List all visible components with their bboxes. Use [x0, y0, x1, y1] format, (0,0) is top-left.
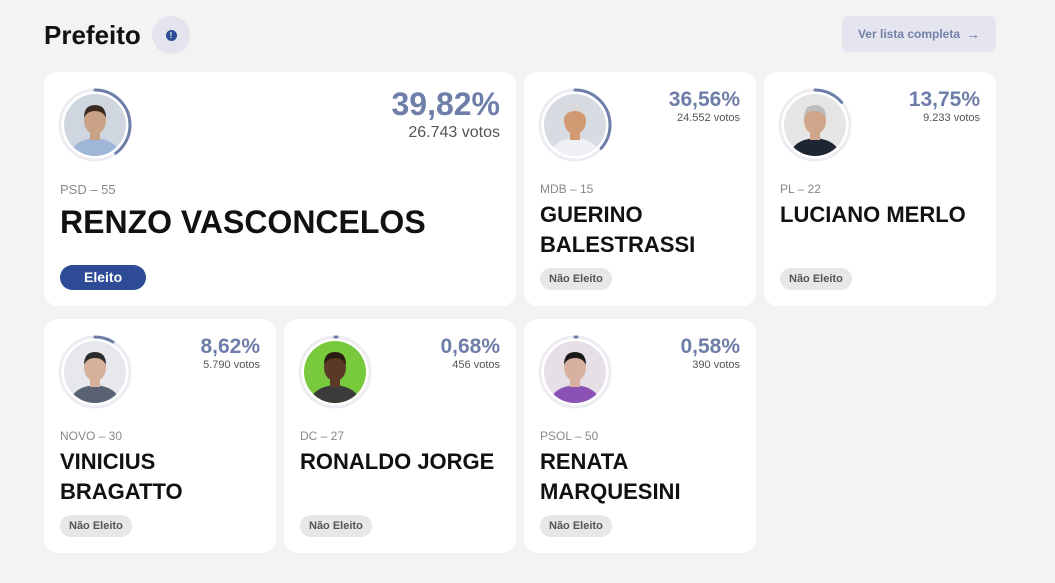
page-title: Prefeito [44, 20, 141, 50]
candidate-card[interactable]: 0,68% 456 votos DC – 27 RONALDO JORGE Nã… [284, 319, 516, 553]
vote-count: 5.790 votos [203, 359, 260, 371]
arrow-right-icon: → [966, 26, 981, 42]
candidate-photo [544, 341, 606, 403]
party-number: NOVO – 30 [60, 429, 123, 443]
status-badge: Não Eleito [540, 268, 612, 290]
party-number: PL – 22 [780, 182, 821, 196]
section-header: Prefeito ! Ver lista completa → [44, 16, 996, 56]
candidate-photo [544, 94, 606, 156]
vote-count: 9.233 votos [923, 112, 980, 124]
full-list-label: Ver lista completa [857, 27, 961, 41]
candidate-name: GUERINO BALESTRASSI [540, 202, 696, 257]
candidate-photo [64, 94, 126, 156]
candidate-avatar [778, 88, 852, 162]
status-badge: Não Eleito [300, 515, 372, 537]
candidate-name: LUCIANO MERLO [780, 202, 966, 227]
candidate-name: RONALDO JORGE [300, 449, 495, 474]
candidate-photo [304, 341, 366, 403]
full-list-button[interactable]: Ver lista completa → [842, 16, 996, 52]
candidate-avatar [58, 88, 132, 162]
candidate-name: RENZO VASCONCELOS [60, 204, 426, 240]
info-icon: ! [165, 29, 177, 41]
candidate-name: VINICIUS BRAGATTO [60, 449, 183, 504]
status-badge: Não Eleito [60, 515, 132, 537]
candidate-card[interactable]: 0,58% 390 votos PSOL – 50 RENATA MARQUES… [524, 319, 756, 553]
vote-percentage: 36,56% [668, 88, 740, 111]
vote-count: 456 votos [452, 359, 500, 371]
status-badge: Não Eleito [540, 515, 612, 537]
candidate-avatar [298, 335, 372, 409]
candidate-photo [64, 341, 126, 403]
candidate-photo [784, 94, 846, 156]
vote-count: 390 votos [692, 359, 740, 371]
vote-percentage: 13,75% [908, 88, 980, 111]
candidate-avatar [538, 335, 612, 409]
party-number: DC – 27 [300, 429, 345, 443]
candidate-name: RENATA MARQUESINI [540, 449, 681, 504]
info-button[interactable]: ! [152, 16, 190, 54]
candidate-avatar [58, 335, 132, 409]
candidate-card[interactable]: 36,56% 24.552 votos MDB – 15 GUERINO BAL… [524, 72, 756, 306]
vote-count: 26.743 votos [408, 124, 500, 141]
candidate-card[interactable]: 8,62% 5.790 votos NOVO – 30 VINICIUS BRA… [44, 319, 276, 553]
vote-percentage: 0,68% [440, 335, 500, 358]
status-badge: Não Eleito [780, 268, 852, 290]
candidate-card[interactable]: 13,75% 9.233 votos PL – 22 LUCIANO MERLO… [764, 72, 996, 306]
vote-percentage: 0,58% [680, 335, 740, 358]
vote-count: 24.552 votos [677, 112, 740, 124]
candidate-card[interactable]: 39,82% 26.743 votos PSD – 55 RENZO VASCO… [44, 72, 516, 306]
vote-percentage: 39,82% [391, 86, 500, 122]
party-number: PSOL – 50 [540, 429, 599, 443]
party-number: PSD – 55 [60, 182, 116, 197]
status-badge: Eleito [60, 265, 147, 290]
vote-percentage: 8,62% [200, 335, 260, 358]
candidate-avatar [538, 88, 612, 162]
party-number: MDB – 15 [540, 182, 594, 196]
